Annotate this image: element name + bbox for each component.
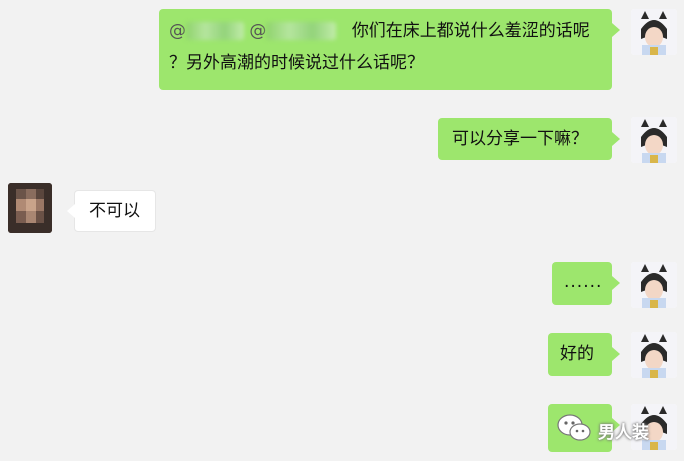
mention-2[interactable]: @: [249, 21, 266, 41]
message-bubble-4[interactable]: ......: [552, 262, 620, 305]
mention-1[interactable]: @: [169, 21, 186, 41]
watermark: 男人装: [556, 410, 666, 450]
message-bubble-5[interactable]: 好的: [548, 333, 620, 376]
message-text: 可以分享一下嘛？: [452, 129, 588, 149]
avatar-me[interactable]: [631, 9, 677, 55]
avatar-me[interactable]: [631, 332, 677, 378]
avatar-me[interactable]: [631, 117, 677, 163]
blurred-name-2: [266, 22, 337, 40]
message-bubble-1[interactable]: @ @ 你们在床上都说什么羞涩的话呢 ？另外高潮的时候说过什么话呢？: [159, 9, 620, 90]
message-bubble-3[interactable]: 不可以: [67, 190, 156, 232]
message-text-line1: 你们在床上都说什么羞涩的话呢: [351, 21, 590, 41]
message-text: 不可以: [89, 201, 140, 221]
message-text: ......: [564, 272, 603, 292]
blurred-name-1: [186, 22, 244, 40]
wechat-icon: [556, 413, 592, 447]
watermark-text: 男人装: [598, 422, 649, 443]
avatar-other[interactable]: [8, 183, 52, 233]
avatar-me[interactable]: [631, 262, 677, 308]
message-text: 好的: [560, 344, 594, 364]
message-bubble-2[interactable]: 可以分享一下嘛？: [438, 118, 620, 160]
message-text-line2: ？另外高潮的时候说过什么话呢？: [169, 53, 424, 73]
